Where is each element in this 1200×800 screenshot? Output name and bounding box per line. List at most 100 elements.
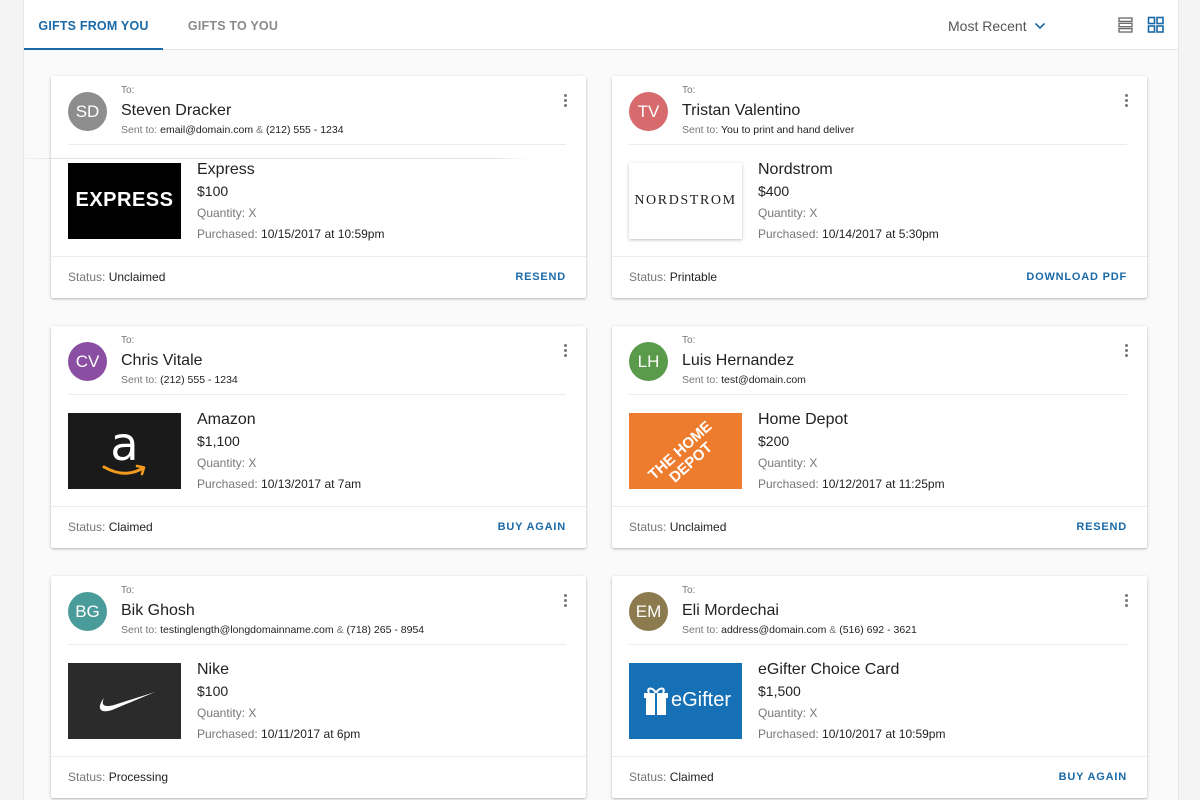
status-text: Status: Unclaimed <box>68 270 166 284</box>
gift-purchased: Purchased: 10/14/2017 at 5:30pm <box>758 227 939 241</box>
divider <box>68 394 566 395</box>
download-pdf-button[interactable]: DOWNLOAD PDF <box>1026 271 1127 283</box>
gift-quantity: Quantity: X <box>758 706 818 720</box>
gift-quantity: Quantity: X <box>197 706 257 720</box>
sort-label: Most Recent <box>948 18 1027 34</box>
status-text: Status: Unclaimed <box>629 520 727 534</box>
amazon-logo: a <box>68 413 181 489</box>
more-options-icon[interactable] <box>1121 344 1131 362</box>
sent-to-line: Sent to: (212) 555 - 1234 <box>121 374 238 386</box>
resend-button[interactable]: RESEND <box>515 271 566 283</box>
recipient-name: Tristan Valentino <box>682 102 801 119</box>
gift-quantity: Quantity: X <box>197 206 257 220</box>
logo-text: EXPRESS <box>75 189 174 211</box>
sent-to-line: Sent to: You to print and hand deliver <box>682 124 855 136</box>
more-options-icon[interactable] <box>1121 594 1131 612</box>
divider <box>51 756 586 757</box>
egifter-logo: eGifter <box>629 663 742 739</box>
divider <box>612 506 1147 507</box>
gift-purchased: Purchased: 10/10/2017 at 10:59pm <box>758 727 946 741</box>
divider <box>629 644 1127 645</box>
more-options-icon[interactable] <box>560 344 570 362</box>
gift-box-icon <box>644 687 668 715</box>
gift-card-item: BG To: Bik Ghosh Sent to: testinglength@… <box>51 576 586 798</box>
recipient-name: Steven Dracker <box>121 102 232 119</box>
divider <box>612 756 1147 757</box>
divider <box>612 256 1147 257</box>
sent-to-line: Sent to: test@domain.com <box>682 374 806 386</box>
nordstrom-logo: NORDSTROM <box>629 163 742 239</box>
to-label: To: <box>121 85 135 96</box>
gift-card-item: SD To: Steven Dracker Sent to: email@dom… <box>51 76 586 298</box>
more-options-icon[interactable] <box>560 94 570 112</box>
avatar: LH <box>629 342 668 381</box>
status-text: Status: Claimed <box>629 770 714 784</box>
gift-quantity: Quantity: X <box>758 456 818 470</box>
avatar: BG <box>68 592 107 631</box>
gift-quantity: Quantity: X <box>197 456 257 470</box>
avatar: CV <box>68 342 107 381</box>
avatar: TV <box>629 92 668 131</box>
to-label: To: <box>682 85 696 96</box>
recipient-name: Bik Ghosh <box>121 602 195 619</box>
nike-swoosh-icon <box>99 692 155 712</box>
gift-brand: Nordstrom <box>758 161 833 178</box>
chevron-down-icon <box>1035 23 1046 30</box>
status-text: Status: Claimed <box>68 520 153 534</box>
list-view-icon[interactable] <box>1117 16 1135 34</box>
nike-logo <box>68 663 181 739</box>
gift-brand: Nike <box>197 661 230 678</box>
gift-card-item: LH To: Luis Hernandez Sent to: test@doma… <box>612 326 1147 548</box>
status-text: Status: Printable <box>629 270 718 284</box>
gift-quantity: Quantity: X <box>758 206 818 220</box>
divider <box>629 144 1127 145</box>
divider <box>12 158 532 159</box>
to-label: To: <box>682 585 696 596</box>
gift-purchased: Purchased: 10/15/2017 at 10:59pm <box>197 227 385 241</box>
logo-text: THE HOME DEPOT <box>645 417 716 487</box>
divider <box>51 256 586 257</box>
more-options-icon[interactable] <box>560 594 570 612</box>
active-tab-indicator <box>24 48 163 50</box>
divider <box>51 506 586 507</box>
sent-to-line: Sent to: email@domain.com & (212) 555 - … <box>121 124 344 136</box>
recipient-name: Chris Vitale <box>121 352 203 369</box>
amazon-smile-icon <box>102 464 146 476</box>
to-label: To: <box>682 335 696 346</box>
gift-amount: $400 <box>758 183 790 199</box>
gift-amount: $200 <box>758 433 790 449</box>
top-bar: GIFTS FROM YOU GIFTS TO YOU Most Recent <box>24 0 1178 50</box>
gift-card-item: CV To: Chris Vitale Sent to: (212) 555 -… <box>51 326 586 548</box>
sort-dropdown[interactable]: Most Recent <box>948 0 1046 50</box>
gift-purchased: Purchased: 10/13/2017 at 7am <box>197 477 362 491</box>
gift-purchased: Purchased: 10/12/2017 at 11:25pm <box>758 477 945 491</box>
resend-button[interactable]: RESEND <box>1076 521 1127 533</box>
gift-brand: Express <box>197 161 255 178</box>
grid-view-icon[interactable] <box>1147 16 1165 34</box>
tab-gifts-from-you[interactable]: GIFTS FROM YOU <box>24 0 163 50</box>
buy-again-button[interactable]: BUY AGAIN <box>498 521 566 533</box>
gift-brand: eGifter Choice Card <box>758 661 900 678</box>
gift-purchased: Purchased: 10/11/2017 at 6pm <box>197 727 361 741</box>
recipient-name: Eli Mordechai <box>682 602 779 619</box>
gift-amount: $1,500 <box>758 683 801 699</box>
tab-label: GIFTS TO YOU <box>187 19 279 33</box>
avatar: EM <box>629 592 668 631</box>
tab-gifts-to-you[interactable]: GIFTS TO YOU <box>184 0 282 50</box>
to-label: To: <box>121 585 135 596</box>
divider <box>629 394 1127 395</box>
more-options-icon[interactable] <box>1121 94 1131 112</box>
gift-amount: $100 <box>197 683 229 699</box>
buy-again-button[interactable]: BUY AGAIN <box>1059 771 1127 783</box>
divider <box>68 144 566 145</box>
recipient-name: Luis Hernandez <box>682 352 795 369</box>
express-logo: EXPRESS <box>68 163 181 239</box>
home-depot-logo: THE HOME DEPOT <box>629 413 742 489</box>
status-text: Status: Processing <box>68 770 169 784</box>
logo-text: eGifter <box>671 689 732 711</box>
to-label: To: <box>121 335 135 346</box>
gift-amount: $1,100 <box>197 433 240 449</box>
gift-amount: $100 <box>197 183 229 199</box>
gift-card-item: TV To: Tristan Valentino Sent to: You to… <box>612 76 1147 298</box>
tab-label: GIFTS FROM YOU <box>38 19 149 33</box>
